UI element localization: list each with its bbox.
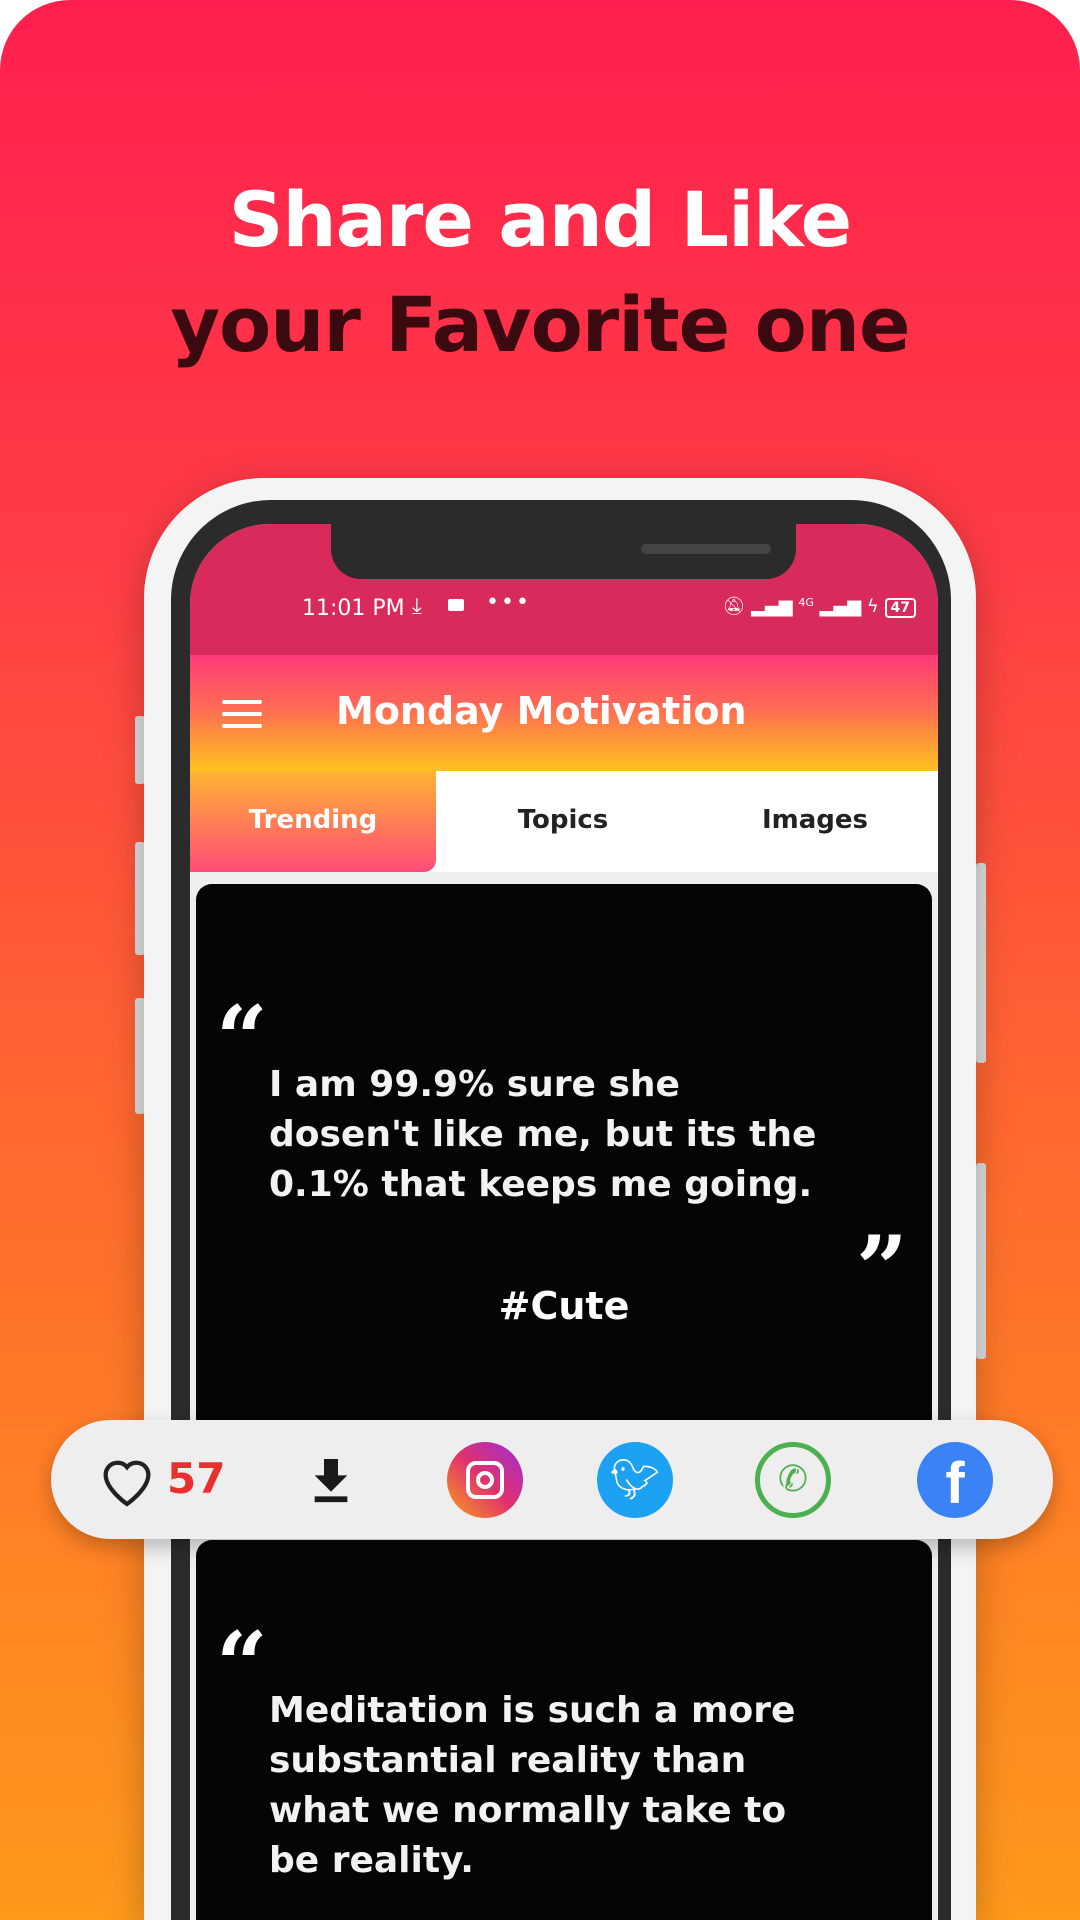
promo-screen: Share and Like your Favorite one 11:01 P…: [0, 0, 1080, 1920]
more-notifications-icon: •••: [486, 590, 531, 615]
tab-trending[interactable]: Trending: [190, 771, 436, 872]
status-time: 11:01 PM: [302, 596, 405, 621]
whatsapp-icon[interactable]: ✆: [755, 1442, 831, 1518]
download-icon[interactable]: [303, 1452, 359, 1508]
phone-notch: [331, 524, 796, 579]
tab-images[interactable]: Images: [692, 771, 938, 872]
phone-side-button: [976, 1163, 986, 1359]
phone-screen: 11:01 PM ⤓ ••• 🔕︎ ▂▄▆ 4G ▂▄▆ ϟ 47 Monday…: [190, 524, 938, 1920]
app-title: Monday Motivation: [336, 689, 747, 733]
app-bar: Monday Motivation: [190, 655, 938, 771]
quote-text: I am 99.9% sure she dosen't like me, but …: [269, 1064, 817, 1205]
menu-icon[interactable]: [222, 700, 262, 728]
headline-line1: Share and Like: [228, 175, 852, 264]
network-type: 4G: [798, 596, 814, 609]
message-notification-icon: [448, 599, 464, 611]
share-bar: 57 🐦︎ ✆ f: [51, 1420, 1053, 1539]
signal-icon: ▂▄▆: [819, 596, 862, 617]
facebook-icon[interactable]: f: [917, 1442, 993, 1518]
headline-line2: your Favorite one: [170, 280, 910, 369]
quote-text: Meditation is such a more substantial rea…: [269, 1690, 796, 1881]
quote-card[interactable]: “ Meditation is such a more substantial r…: [196, 1540, 932, 1920]
download-notification-icon: ⤓: [412, 594, 422, 619]
open-quote-icon: “: [216, 986, 268, 1092]
mute-icon: 🔕︎: [722, 596, 746, 617]
instagram-icon[interactable]: [447, 1442, 523, 1518]
status-icons: 🔕︎ ▂▄▆ 4G ▂▄▆ ϟ 47: [722, 596, 916, 618]
signal-icon: ▂▄▆: [751, 596, 793, 617]
tab-topics[interactable]: Topics: [440, 771, 686, 872]
like-count: 57: [167, 1454, 226, 1503]
open-quote-icon: “: [216, 1612, 268, 1718]
quote-card[interactable]: “ I am 99.9% sure she dosen't like me, bu…: [196, 884, 932, 1444]
charging-icon: ϟ: [866, 596, 879, 617]
twitter-icon[interactable]: 🐦︎: [597, 1442, 673, 1518]
battery-level: 47: [884, 598, 916, 618]
heart-icon[interactable]: [95, 1448, 159, 1512]
phone-side-button: [976, 863, 986, 1063]
quote-tag[interactable]: #Cute: [196, 1284, 932, 1328]
speaker: [641, 544, 771, 554]
tab-bar: Trending Topics Images: [190, 771, 938, 872]
